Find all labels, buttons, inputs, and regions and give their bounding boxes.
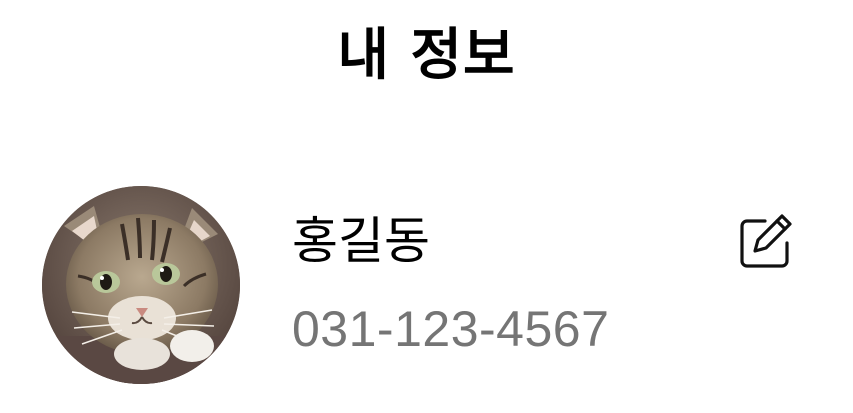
user-phone: 031-123-4567 — [292, 301, 610, 357]
profile-card: 홍길동 031-123-4567 — [42, 186, 812, 386]
page-title: 내 정보 — [337, 23, 516, 88]
cat-photo-icon — [42, 186, 240, 384]
edit-pencil-icon — [740, 214, 792, 268]
user-name: 홍길동 — [292, 212, 430, 270]
avatar[interactable] — [42, 186, 240, 384]
edit-profile-button[interactable] — [734, 210, 796, 272]
